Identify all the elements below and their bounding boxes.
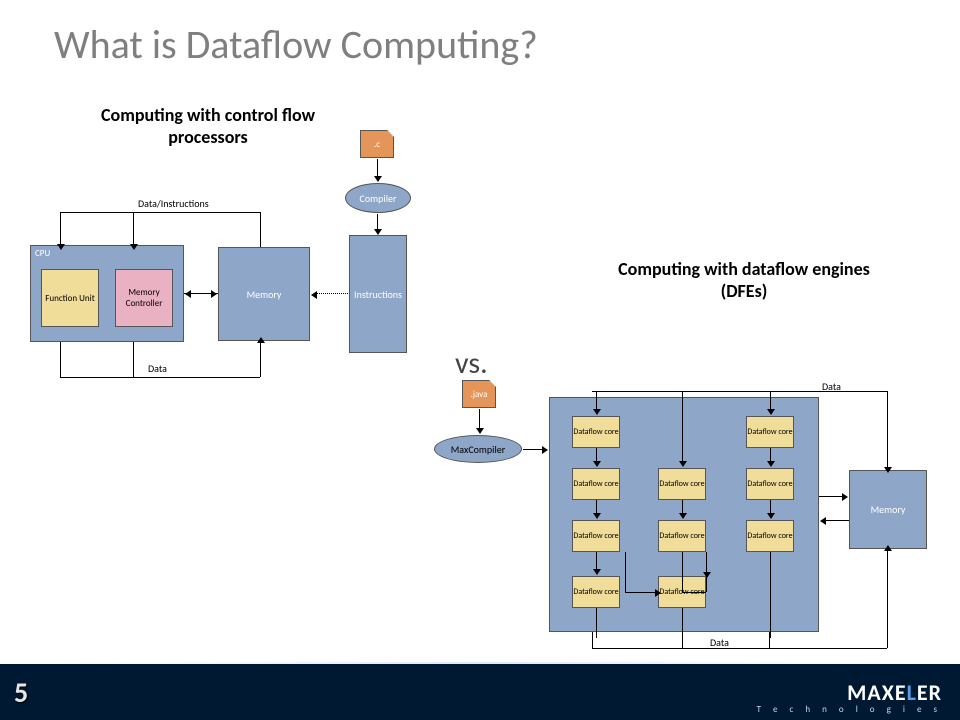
arrow [596, 552, 597, 570]
line [682, 552, 683, 592]
line [706, 552, 707, 592]
dataflow-core: Dataflow core [746, 416, 794, 448]
dataflow-core: Dataflow core [572, 520, 620, 552]
line [682, 632, 683, 648]
arrow [770, 392, 771, 410]
cpu-label: CPU [35, 248, 50, 259]
brand-logo: MAXELER T e c h n o l o g i e s [757, 679, 942, 715]
maxcompiler-node: MaxCompiler [434, 435, 522, 463]
arrow [377, 159, 378, 177]
arrow [770, 500, 771, 514]
label-data-instructions: Data/Instructions [138, 197, 209, 210]
label-data: Data [148, 362, 167, 375]
dataflow-core: Dataflow core [572, 576, 620, 608]
line [596, 608, 597, 638]
arrow [316, 293, 348, 294]
line [592, 632, 593, 648]
line [682, 592, 706, 593]
arrow [825, 520, 849, 521]
brand-name: MAXELER [757, 679, 942, 706]
arrow [682, 392, 683, 462]
diagram-dataflow: .java MaxCompiler Dataflow core Dataflow… [417, 380, 947, 660]
arrow [648, 592, 656, 593]
cpu-node: CPU Function Unit Memory Controller [30, 245, 184, 342]
line [592, 648, 887, 649]
line [60, 342, 61, 378]
line [260, 212, 261, 247]
arrow [596, 392, 597, 410]
memory-node: Memory [849, 470, 927, 549]
line [770, 552, 771, 638]
arrow [596, 500, 597, 514]
subtitle-dataflow: Computing with dataflow engines (DFEs) [614, 258, 874, 302]
arrow [260, 342, 261, 347]
label-data-bottom: Data [710, 636, 729, 649]
arrow [479, 409, 480, 429]
file-c-icon: .c [360, 130, 394, 158]
line [769, 632, 770, 648]
memory-node: Memory [218, 247, 310, 341]
slide-title: What is Dataflow Computing? [54, 20, 538, 69]
file-java-icon: .java [462, 380, 496, 408]
arrow [60, 237, 61, 245]
arrow [184, 293, 212, 294]
dfe-container: Dataflow core Dataflow core Dataflow cor… [549, 397, 819, 632]
line [133, 342, 134, 378]
dataflow-core: Dataflow core [658, 468, 706, 500]
compiler-node: Compiler [345, 183, 411, 213]
dataflow-core: Dataflow core [658, 520, 706, 552]
arrow [377, 214, 378, 230]
memory-controller-node: Memory Controller [115, 269, 173, 327]
slide-footer: 5 MAXELER T e c h n o l o g i e s [0, 664, 960, 720]
arrow [819, 496, 843, 497]
dataflow-core: Dataflow core [572, 416, 620, 448]
line [60, 212, 260, 213]
line [887, 391, 888, 470]
arrow [133, 237, 134, 245]
page-number: 5 [14, 675, 28, 710]
function-unit-node: Function Unit [41, 269, 99, 327]
arrow [887, 462, 888, 468]
label-data-top: Data [822, 380, 841, 393]
line [60, 377, 260, 378]
line [625, 552, 626, 592]
arrow [682, 500, 683, 514]
dataflow-core: Dataflow core [572, 468, 620, 500]
line [887, 549, 888, 648]
dataflow-core: Dataflow core [746, 520, 794, 552]
arrow [770, 448, 771, 462]
line [592, 391, 887, 392]
arrow [887, 550, 888, 556]
arrow [523, 449, 543, 450]
diagram-controlflow: .c Compiler Instructions Memory CPU Func… [20, 130, 460, 410]
brand-tagline: T e c h n o l o g i e s [757, 704, 942, 715]
arrow [596, 448, 597, 462]
dataflow-core: Dataflow core [746, 468, 794, 500]
instructions-node: Instructions [349, 235, 407, 353]
